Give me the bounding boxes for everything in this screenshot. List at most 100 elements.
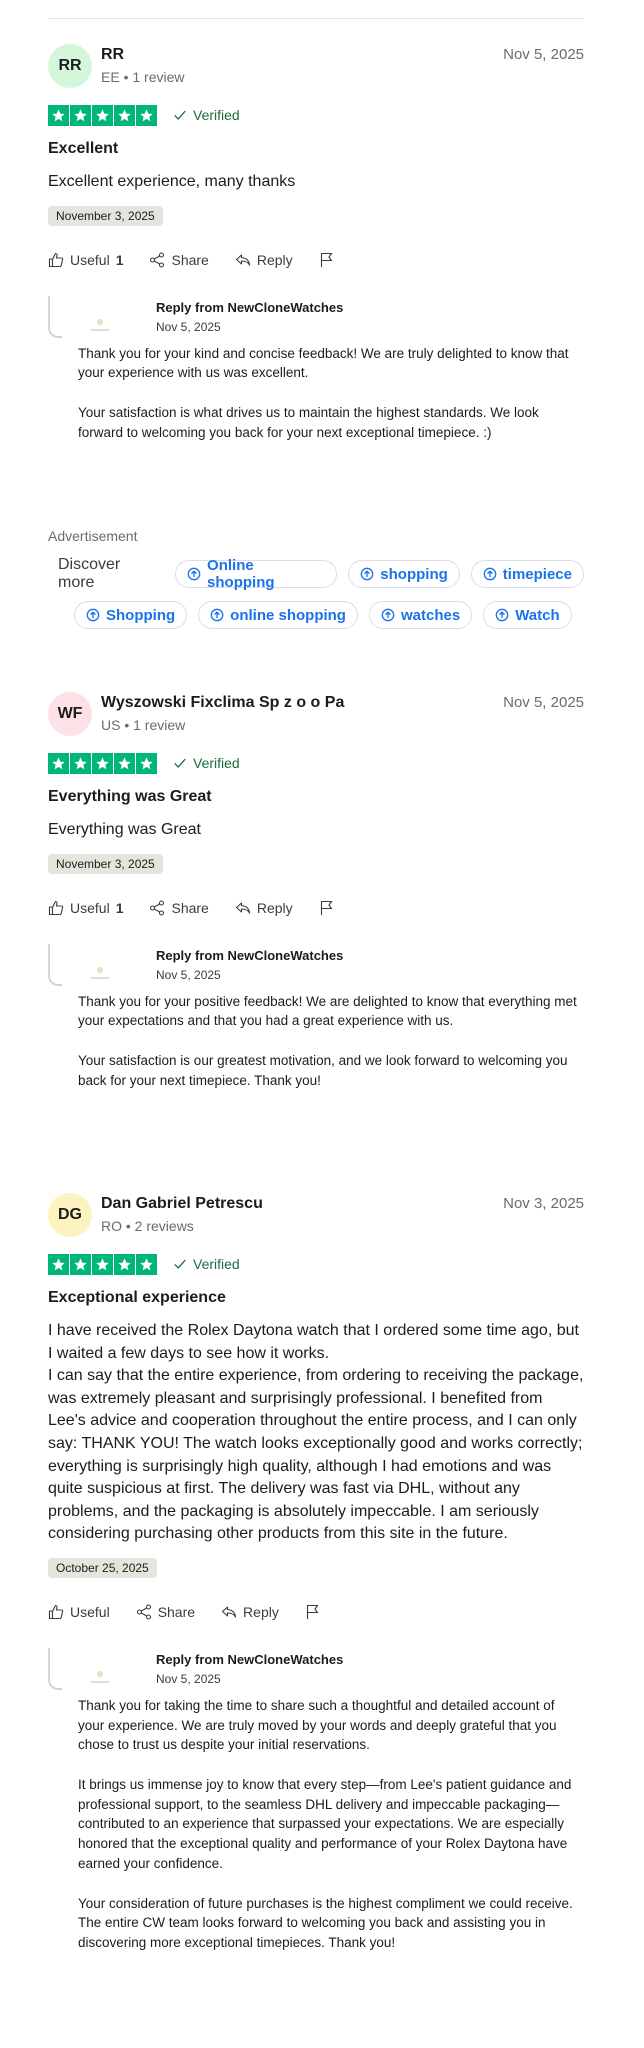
star-icon (48, 752, 69, 774)
flag-icon (320, 252, 333, 267)
avatar[interactable]: WF (48, 692, 92, 736)
review-body: Everything was Great (48, 821, 201, 838)
review-title[interactable]: Everything was Great (48, 788, 584, 806)
ad-chip[interactable]: Shopping (74, 601, 188, 629)
verified-label: Verified (193, 755, 240, 771)
report-button[interactable] (319, 252, 335, 268)
flag-icon (306, 1604, 319, 1619)
advertisement-block: Advertisement Discover more Online shopp… (48, 528, 584, 629)
company-logo-icon (91, 1670, 109, 1683)
reviewer-meta: US • 1 review (101, 717, 186, 733)
useful-button[interactable]: Useful 1 (48, 900, 123, 916)
star-icon (92, 104, 113, 126)
share-icon (136, 1604, 151, 1620)
ad-chip[interactable]: online shopping (198, 601, 358, 629)
reviewer-meta: EE • 1 review (101, 69, 185, 85)
verified-badge[interactable]: Verified (173, 755, 240, 771)
discover-more-label: Discover more (58, 556, 121, 591)
review-date: Nov 5, 2025 (503, 694, 584, 711)
company-reply: Reply from NewCloneWatches Nov 5, 2025 T… (48, 943, 584, 1091)
star-icon (92, 1253, 113, 1275)
ad-chip[interactable]: watches (368, 601, 473, 629)
share-label: Share (171, 251, 209, 268)
review-title[interactable]: Exceptional experience (48, 1289, 584, 1307)
review-body: I have received the Rolex Daytona watch … (48, 1322, 584, 1543)
top-divider (48, 18, 584, 19)
avatar[interactable]: DG (48, 1193, 92, 1237)
reply-label: Reply (256, 251, 293, 268)
rating-row: Verified (48, 1253, 584, 1275)
verified-badge[interactable]: Verified (173, 107, 240, 123)
avatar[interactable]: RR (48, 44, 92, 88)
reply-icon (221, 1606, 237, 1618)
review-header: DG Dan Gabriel Petrescu RO • 2 reviews N… (48, 1193, 584, 1241)
reply-paragraph: Your consideration of future purchases i… (78, 1895, 573, 1950)
review-actions: Useful Share Reply (48, 1602, 584, 1622)
star-icon (114, 752, 135, 774)
star-icon (48, 1253, 69, 1275)
check-icon (174, 758, 186, 768)
reviewer-name[interactable]: Dan Gabriel Petrescu (101, 1195, 263, 1213)
rating-row: Verified (48, 104, 584, 126)
useful-button[interactable]: Useful 1 (48, 252, 123, 268)
reply-connector (48, 1647, 62, 1690)
star-icon (48, 104, 69, 126)
ad-chip[interactable]: timepiece (470, 560, 584, 588)
ad-chip[interactable]: Watch (483, 601, 572, 629)
reviewer-name[interactable]: RR (101, 46, 124, 64)
reply-button[interactable]: Reply (235, 252, 293, 268)
star-icon (92, 752, 113, 774)
review-title[interactable]: Excellent (48, 140, 584, 158)
reply-date: Nov 5, 2025 (156, 1671, 221, 1686)
check-icon (174, 1259, 186, 1269)
ad-chip[interactable]: shopping (348, 560, 460, 588)
reply-text: Thank you for taking the time to share s… (78, 1696, 584, 1953)
report-button[interactable] (319, 900, 335, 916)
reviewer-name[interactable]: Wyszowski Fixclima Sp z o o Pa (101, 694, 344, 712)
useful-label: Useful (70, 251, 110, 268)
reply-from: Reply from NewCloneWatches (156, 299, 344, 315)
reply-button[interactable]: Reply (235, 900, 293, 916)
reply-header: Reply from NewCloneWatches Nov 5, 2025 (78, 1648, 584, 1686)
reply-paragraph: Your satisfaction is our greatest motiva… (78, 1053, 568, 1088)
reply-paragraph: It brings us immense joy to know that ev… (78, 1777, 572, 1871)
report-button[interactable] (305, 1604, 321, 1620)
arrow-up-circle-icon (483, 567, 497, 581)
review-card: DG Dan Gabriel Petrescu RO • 2 reviews N… (48, 1193, 584, 1953)
ad-chip-row: Discover more Online shopping shopping t… (48, 556, 584, 592)
reply-paragraph: Thank you for your kind and concise feed… (78, 345, 569, 381)
verified-label: Verified (193, 1256, 240, 1272)
star-rating (48, 752, 157, 774)
star-icon (136, 104, 157, 126)
share-button[interactable]: Share (149, 899, 209, 916)
experience-date: November 3, 2025 (48, 205, 163, 226)
reply-header: Reply from NewCloneWatches Nov 5, 2025 (78, 944, 584, 982)
share-button[interactable]: Share (136, 1604, 195, 1620)
reply-from: Reply from NewCloneWatches (156, 1651, 344, 1667)
reply-button[interactable]: Reply (221, 1604, 279, 1620)
review-card: WF Wyszowski Fixclima Sp z o o Pa US • 1… (48, 692, 584, 1090)
useful-label: Useful (70, 899, 110, 916)
rating-row: Verified (48, 752, 584, 774)
share-label: Share (171, 899, 209, 916)
review-header: WF Wyszowski Fixclima Sp z o o Pa US • 1… (48, 692, 584, 740)
star-icon (136, 1253, 157, 1275)
star-icon (70, 752, 91, 774)
review-actions: Useful 1 Share Reply (48, 898, 584, 918)
reply-label: Reply (243, 1603, 279, 1620)
useful-count: 1 (115, 251, 124, 268)
share-icon (150, 900, 165, 916)
share-button[interactable]: Share (149, 251, 209, 268)
star-icon (70, 1253, 91, 1275)
reply-date: Nov 5, 2025 (156, 319, 221, 334)
experience-date: November 3, 2025 (48, 853, 163, 874)
useful-button[interactable]: Useful (48, 1604, 110, 1620)
star-icon (136, 752, 157, 774)
star-icon (114, 104, 135, 126)
verified-badge[interactable]: Verified (173, 1256, 240, 1272)
ad-chip-row: Shopping online shopping watches Watch (48, 601, 584, 629)
flag-icon (320, 900, 333, 915)
ad-chip-label: timepiece (502, 565, 572, 583)
arrow-up-circle-icon (360, 567, 374, 581)
ad-chip[interactable]: Online shopping (175, 557, 338, 591)
